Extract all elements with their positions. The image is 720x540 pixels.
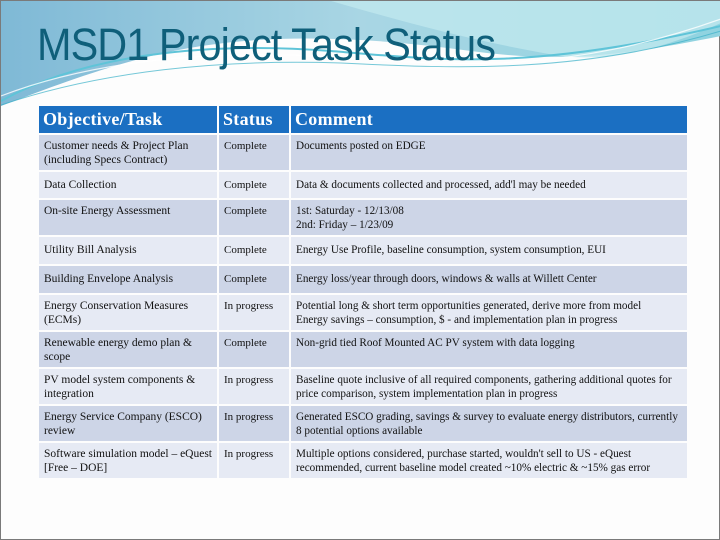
- comment-cell: Multiple options considered, purchase st…: [291, 443, 687, 478]
- comment-line: Energy loss/year through doors, windows …: [296, 273, 597, 285]
- comment-line: Energy Use Profile, baseline consumption…: [296, 244, 606, 256]
- task-cell: Renewable energy demo plan & scope: [39, 332, 217, 367]
- comment-line: Non-grid tied Roof Mounted AC PV system …: [296, 337, 575, 349]
- comment-line: Generated ESCO grading, savings & survey…: [296, 411, 678, 437]
- task-cell: Energy Conservation Measures (ECMs): [39, 295, 217, 330]
- comment-line: Data & documents collected and processed…: [296, 179, 586, 191]
- status-cell: Complete: [219, 200, 289, 235]
- comment-cell: Baseline quote inclusive of all required…: [291, 369, 687, 404]
- comment-cell: Data & documents collected and processed…: [291, 172, 687, 198]
- header-status: Status: [219, 106, 289, 133]
- status-cell: Complete: [219, 332, 289, 367]
- task-cell: On-site Energy Assessment: [39, 200, 217, 235]
- task-cell: Utility Bill Analysis: [39, 237, 217, 264]
- table-row: Customer needs & Project Plan (including…: [39, 135, 687, 170]
- status-cell: In progress: [219, 295, 289, 330]
- task-cell: Energy Service Company (ESCO) review: [39, 406, 217, 441]
- header-comment: Comment: [291, 106, 687, 133]
- table-row: Energy Service Company (ESCO) review In …: [39, 406, 687, 441]
- status-cell: Complete: [219, 135, 289, 170]
- table-row: Software simulation model – eQuest [Free…: [39, 443, 687, 478]
- comment-cell: 1st: Saturday - 12/13/08 2nd: Friday – 1…: [291, 200, 687, 235]
- table-row: Building Envelope Analysis Complete Ener…: [39, 266, 687, 293]
- comment-line: Baseline quote inclusive of all required…: [296, 374, 672, 400]
- task-cell: Building Envelope Analysis: [39, 266, 217, 293]
- task-cell: Customer needs & Project Plan (including…: [39, 135, 217, 170]
- status-cell: In progress: [219, 406, 289, 441]
- comment-line: 2nd: Friday – 1/23/09: [296, 219, 394, 231]
- status-cell: In progress: [219, 369, 289, 404]
- slide-title: MSD1 Project Task Status: [37, 19, 496, 70]
- task-cell: Data Collection: [39, 172, 217, 198]
- table-row: Energy Conservation Measures (ECMs) In p…: [39, 295, 687, 330]
- table-row: Renewable energy demo plan & scope Compl…: [39, 332, 687, 367]
- comment-line: Potential long & short term opportunitie…: [296, 300, 642, 312]
- table-header-row: Objective/Task Status Comment: [39, 106, 687, 133]
- comment-line: 1st: Saturday - 12/13/08: [296, 205, 404, 217]
- comment-cell: Energy loss/year through doors, windows …: [291, 266, 687, 293]
- comment-cell: Generated ESCO grading, savings & survey…: [291, 406, 687, 441]
- table-row: Utility Bill Analysis Complete Energy Us…: [39, 237, 687, 264]
- comment-line: Energy savings – consumption, $ - and im…: [296, 314, 618, 326]
- comment-line: Multiple options considered, purchase st…: [296, 448, 651, 474]
- table-row: Data Collection Complete Data & document…: [39, 172, 687, 198]
- comment-cell: Non-grid tied Roof Mounted AC PV system …: [291, 332, 687, 367]
- status-cell: Complete: [219, 266, 289, 293]
- comment-line: Documents posted on EDGE: [296, 140, 426, 152]
- table-row: PV model system components & integration…: [39, 369, 687, 404]
- status-cell: In progress: [219, 443, 289, 478]
- table-row: On-site Energy Assessment Complete 1st: …: [39, 200, 687, 235]
- comment-cell: Energy Use Profile, baseline consumption…: [291, 237, 687, 264]
- status-cell: Complete: [219, 172, 289, 198]
- header-objective-task: Objective/Task: [39, 106, 217, 133]
- comment-cell: Potential long & short term opportunitie…: [291, 295, 687, 330]
- task-cell: Software simulation model – eQuest [Free…: [39, 443, 217, 478]
- task-cell: PV model system components & integration: [39, 369, 217, 404]
- status-cell: Complete: [219, 237, 289, 264]
- comment-cell: Documents posted on EDGE: [291, 135, 687, 170]
- task-status-table: Objective/Task Status Comment Customer n…: [37, 104, 689, 480]
- slide: MSD1 Project Task Status Objective/Task …: [0, 0, 720, 540]
